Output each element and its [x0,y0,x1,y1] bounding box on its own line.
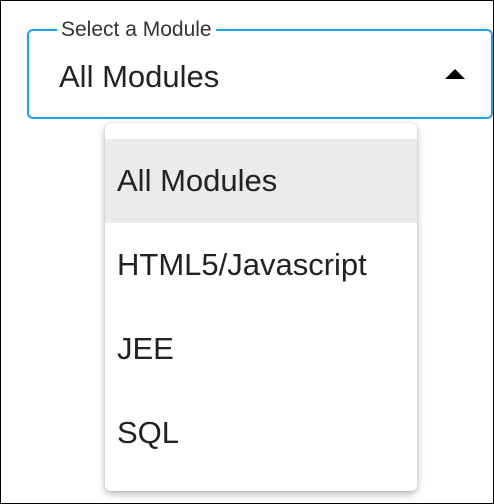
module-select-label: Select a Module [57,18,216,42]
option-jee[interactable]: JEE [105,307,417,391]
caret-up-icon[interactable] [445,69,465,79]
page-frame: Select a Module All Modules All Modules … [0,0,494,504]
option-sql[interactable]: SQL [105,391,417,475]
module-select-value: All Modules [59,59,220,94]
option-all-modules[interactable]: All Modules [105,139,417,223]
module-options-list: All Modules HTML5/Javascript JEE SQL [105,139,417,475]
module-select[interactable]: Select a Module All Modules [27,18,493,119]
option-html5-javascript[interactable]: HTML5/Javascript [105,223,417,307]
module-dropdown-menu: All Modules HTML5/Javascript JEE SQL [105,123,417,491]
